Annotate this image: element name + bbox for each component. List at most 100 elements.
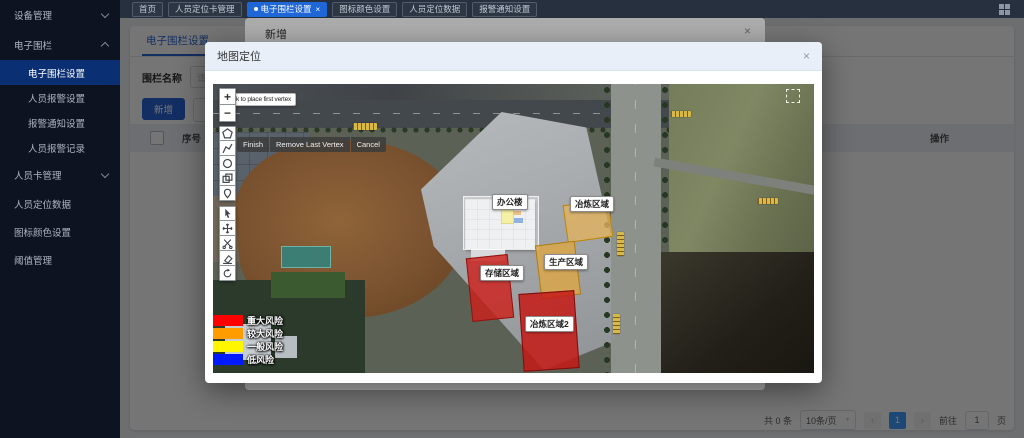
sidebar-item-label: 图标颜色设置 bbox=[14, 225, 71, 239]
legend-swatch-major bbox=[213, 315, 243, 326]
legend-row: 重大风险 bbox=[213, 314, 283, 327]
close-icon[interactable]: × bbox=[803, 49, 810, 63]
risk-legend: 重大风险 较大风险 一般风险 低风险 bbox=[213, 314, 283, 366]
sidebar-item-label: 电子围栏设置 bbox=[28, 66, 85, 80]
draw-circle-button[interactable] bbox=[219, 156, 236, 171]
apps-grid-icon[interactable] bbox=[999, 4, 1010, 15]
app-screen: 设备管理 电子围栏 电子围栏设置 人员报警设置 报警通知设置 人员报警记录 人员… bbox=[0, 0, 1024, 438]
circle-icon bbox=[222, 158, 233, 169]
tab-home[interactable]: 首页 bbox=[132, 2, 163, 17]
tab-label: 电子围栏设置 bbox=[261, 3, 312, 15]
sidebar-item-person-card-mgmt[interactable]: 人员卡管理 bbox=[0, 160, 120, 190]
zoom-control: + − bbox=[219, 88, 236, 122]
map-locate-dialog: 地图定位 × bbox=[205, 42, 822, 383]
tab-close-icon[interactable]: × bbox=[316, 5, 321, 14]
cut-layers-button[interactable] bbox=[219, 236, 236, 251]
tab-efence-settings-active[interactable]: 电子围栏设置 × bbox=[247, 2, 328, 17]
finish-button[interactable]: Finish bbox=[237, 137, 269, 152]
sidebar-item-person-alarm-records[interactable]: 人员报警记录 bbox=[0, 135, 120, 160]
tab-label: 人员定位卡管理 bbox=[175, 3, 235, 15]
drag-layers-button[interactable] bbox=[219, 221, 236, 236]
legend-label: 低风险 bbox=[247, 353, 274, 366]
draw-toolbar bbox=[219, 126, 236, 201]
draw-polygon-button[interactable] bbox=[219, 126, 236, 141]
sidebar-item-label: 人员报警设置 bbox=[28, 91, 85, 105]
sidebar-item-label: 人员定位数据 bbox=[14, 197, 71, 211]
sidebar-item-threshold-mgmt[interactable]: 阈值管理 bbox=[0, 246, 120, 274]
tab-label: 首页 bbox=[139, 3, 156, 15]
road-name-badge bbox=[353, 123, 377, 130]
rectangles-icon bbox=[222, 173, 233, 184]
legend-label: 较大风险 bbox=[247, 327, 283, 340]
rotate-icon bbox=[222, 268, 233, 279]
edit-vertices-button[interactable] bbox=[219, 206, 236, 221]
sidebar-item-person-location-data[interactable]: 人员定位数据 bbox=[0, 190, 120, 218]
remove-last-vertex-button[interactable]: Remove Last Vertex bbox=[270, 137, 350, 152]
eraser-icon bbox=[222, 253, 233, 264]
tab-bar: 首页 人员定位卡管理 电子围栏设置 × 图标颜色设置 人员定位数据 报警通知设置 bbox=[120, 0, 1024, 18]
sidebar: 设备管理 电子围栏 电子围栏设置 人员报警设置 报警通知设置 人员报警记录 人员… bbox=[0, 0, 120, 438]
draw-action-bar: Finish Remove Last Vertex Cancel bbox=[237, 137, 386, 152]
legend-swatch-larger bbox=[213, 328, 243, 339]
legend-swatch-general bbox=[213, 341, 243, 352]
legend-row: 低风险 bbox=[213, 353, 283, 366]
draw-polyline-button[interactable] bbox=[219, 141, 236, 156]
marker-pin-icon bbox=[222, 188, 233, 199]
sidebar-item-label: 人员卡管理 bbox=[14, 168, 62, 182]
sidebar-item-efence-settings[interactable]: 电子围栏设置 bbox=[0, 60, 120, 85]
tab-person-location-data[interactable]: 人员定位数据 bbox=[402, 2, 467, 17]
map-dialog-title: 地图定位 bbox=[217, 48, 261, 64]
zone-label-production: 生产区域 bbox=[544, 254, 588, 270]
cursor-icon bbox=[222, 208, 233, 219]
sidebar-item-alarm-notify-settings[interactable]: 报警通知设置 bbox=[0, 110, 120, 135]
draw-rectangle-button[interactable] bbox=[219, 171, 236, 186]
cancel-button[interactable]: Cancel bbox=[351, 137, 386, 152]
sidebar-item-label: 人员报警记录 bbox=[28, 141, 85, 155]
zone-label-office: 办公楼 bbox=[492, 194, 528, 210]
sidebar-item-label: 阈值管理 bbox=[14, 253, 52, 267]
tab-label: 报警通知设置 bbox=[479, 3, 530, 15]
road-name-badge bbox=[613, 314, 620, 334]
road-name-badge bbox=[671, 111, 691, 117]
zone-label-smelting-2: 冶炼区域2 bbox=[525, 316, 574, 332]
tab-label: 人员定位数据 bbox=[409, 3, 460, 15]
sidebar-item-device-mgmt[interactable]: 设备管理 bbox=[0, 0, 120, 30]
legend-swatch-low bbox=[213, 354, 243, 365]
tab-icon-color-settings[interactable]: 图标颜色设置 bbox=[332, 2, 397, 17]
sidebar-item-efence[interactable]: 电子围栏 bbox=[0, 30, 120, 60]
zoom-out-button[interactable]: − bbox=[219, 105, 236, 122]
zone-label-smelting: 冶炼区域 bbox=[570, 196, 614, 212]
zone-label-storage: 存储区域 bbox=[480, 265, 524, 281]
edit-toolbar bbox=[219, 206, 236, 281]
road-name-badge bbox=[758, 198, 778, 204]
sidebar-item-label: 报警通知设置 bbox=[28, 116, 85, 130]
fullscreen-icon[interactable] bbox=[786, 89, 800, 103]
sidebar-item-person-alarm-settings[interactable]: 人员报警设置 bbox=[0, 85, 120, 110]
polyline-icon bbox=[222, 143, 233, 154]
tab-label: 图标颜色设置 bbox=[339, 3, 390, 15]
legend-row: 较大风险 bbox=[213, 327, 283, 340]
map-terrain-dark-bottomright bbox=[661, 252, 814, 373]
draw-marker-button[interactable] bbox=[219, 186, 236, 201]
tab-alarm-notify-settings[interactable]: 报警通知设置 bbox=[472, 2, 537, 17]
sidebar-item-label: 电子围栏 bbox=[14, 38, 52, 52]
map-dialog-header: 地图定位 × bbox=[205, 42, 822, 71]
legend-label: 一般风险 bbox=[247, 340, 283, 353]
sidebar-item-label: 设备管理 bbox=[14, 8, 52, 22]
chevron-up-icon bbox=[101, 42, 109, 50]
road-name-badge bbox=[617, 232, 624, 256]
chevron-down-icon bbox=[101, 170, 109, 178]
scissors-icon bbox=[222, 238, 233, 249]
chevron-down-icon bbox=[101, 10, 109, 18]
map-sports-court bbox=[281, 246, 331, 268]
tab-person-card-mgmt[interactable]: 人员定位卡管理 bbox=[168, 2, 242, 17]
sidebar-item-icon-color-settings[interactable]: 图标颜色设置 bbox=[0, 218, 120, 246]
satellite-map[interactable]: 办公楼 冶炼区域 生产区域 存储区域 冶炼区域2 Click to place … bbox=[213, 84, 814, 373]
legend-row: 一般风险 bbox=[213, 340, 283, 353]
legend-label: 重大风险 bbox=[247, 314, 283, 327]
zoom-in-button[interactable]: + bbox=[219, 88, 236, 105]
move-arrows-icon bbox=[222, 223, 233, 234]
active-dot-icon bbox=[254, 7, 258, 11]
remove-layers-button[interactable] bbox=[219, 251, 236, 266]
rotate-layers-button[interactable] bbox=[219, 266, 236, 281]
